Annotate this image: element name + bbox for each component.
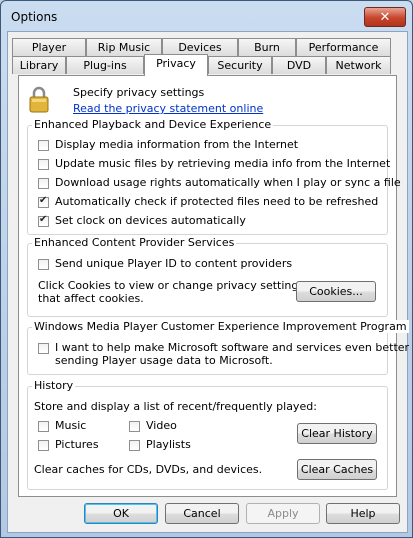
dialog-button-bar: OK Cancel Apply Help (8, 495, 407, 532)
apply-button[interactable]: Apply (246, 503, 320, 524)
history-video-label: Video (146, 419, 177, 432)
history-music-label: Music (55, 419, 87, 432)
tab-burn[interactable]: Burn (238, 38, 296, 56)
ceip-label-line1: I want to help make Microsoft software a… (55, 341, 413, 354)
lock-icon (29, 86, 49, 113)
tab-performance[interactable]: Performance (296, 38, 391, 56)
privacy-statement-link[interactable]: Read the privacy statement online (73, 102, 263, 115)
cookies-description-line1: Click Cookies to view or change privacy … (38, 279, 305, 292)
send-player-id-checkbox[interactable] (38, 259, 49, 270)
history-pictures-label: Pictures (55, 438, 99, 451)
ok-button[interactable]: OK (84, 503, 158, 524)
download-usage-rights-checkbox[interactable] (38, 178, 49, 189)
send-player-id-label: Send unique Player ID to content provide… (55, 257, 293, 270)
cookies-button[interactable]: Cookies... (296, 281, 376, 302)
privacy-intro-label: Specify privacy settings (73, 86, 205, 99)
history-group: History Store and display a list of rece… (27, 379, 388, 490)
download-usage-rights-label: Download usage rights automatically when… (55, 176, 401, 189)
dialog-client: Player Rip Music Devices Burn Performanc… (7, 31, 413, 533)
ceip-group: Windows Media Player Customer Experience… (27, 320, 413, 375)
tab-privacy[interactable]: Privacy (144, 54, 208, 76)
ceip-title: Windows Media Player Customer Experience… (32, 320, 409, 333)
provider-services-group: Enhanced Content Provider Services Send … (27, 236, 388, 317)
history-playlists-checkbox[interactable] (129, 440, 140, 451)
close-icon: ✕ (379, 9, 391, 25)
privacy-panel: Specify privacy settings Read the privac… (18, 75, 413, 497)
enhanced-playback-group: Enhanced Playback and Device Experience … (27, 118, 401, 235)
history-store-label: Store and display a list of recent/frequ… (34, 400, 317, 413)
display-media-info-checkbox[interactable] (38, 140, 49, 151)
tab-plug-ins[interactable]: Plug-ins (66, 56, 144, 74)
check-protected-files-label: Automatically check if protected files n… (55, 195, 379, 208)
tab-library[interactable]: Library (12, 56, 66, 74)
cancel-button[interactable]: Cancel (165, 503, 239, 524)
clear-caches-label: Clear caches for CDs, DVDs, and devices. (34, 463, 263, 476)
update-music-files-checkbox[interactable] (38, 159, 49, 170)
update-music-files-label: Update music files by retrieving media i… (55, 157, 391, 170)
title-bar[interactable]: Options ✕ (1, 1, 412, 31)
set-clock-checkbox[interactable] (38, 214, 49, 227)
check-protected-files-checkbox[interactable] (38, 195, 49, 208)
enhanced-playback-title: Enhanced Playback and Device Experience (32, 118, 274, 131)
tab-security[interactable]: Security (208, 56, 272, 74)
options-window: Options ✕ Player Rip Music Devices Burn … (0, 0, 413, 538)
window-title: Options (11, 10, 58, 24)
history-title: History (32, 379, 76, 392)
history-video-checkbox[interactable] (129, 421, 140, 432)
history-pictures-checkbox[interactable] (38, 440, 49, 451)
ceip-label-line2: sending Player usage data to Microsoft. (55, 354, 273, 367)
tab-player[interactable]: Player (12, 38, 86, 56)
history-music-checkbox[interactable] (38, 421, 49, 432)
provider-services-title: Enhanced Content Provider Services (32, 236, 237, 249)
tab-network[interactable]: Network (326, 56, 391, 74)
cookies-description-line2: that affect cookies. (38, 292, 144, 305)
help-button[interactable]: Help (326, 503, 400, 524)
close-button[interactable]: ✕ (364, 7, 406, 27)
set-clock-label: Set clock on devices automatically (55, 214, 246, 227)
clear-caches-button[interactable]: Clear Caches (297, 459, 377, 480)
ceip-checkbox[interactable] (38, 343, 49, 354)
history-playlists-label: Playlists (146, 438, 191, 451)
clear-history-button[interactable]: Clear History (297, 423, 377, 444)
tab-dvd[interactable]: DVD (272, 56, 326, 74)
display-media-info-label: Display media information from the Inter… (55, 138, 299, 151)
